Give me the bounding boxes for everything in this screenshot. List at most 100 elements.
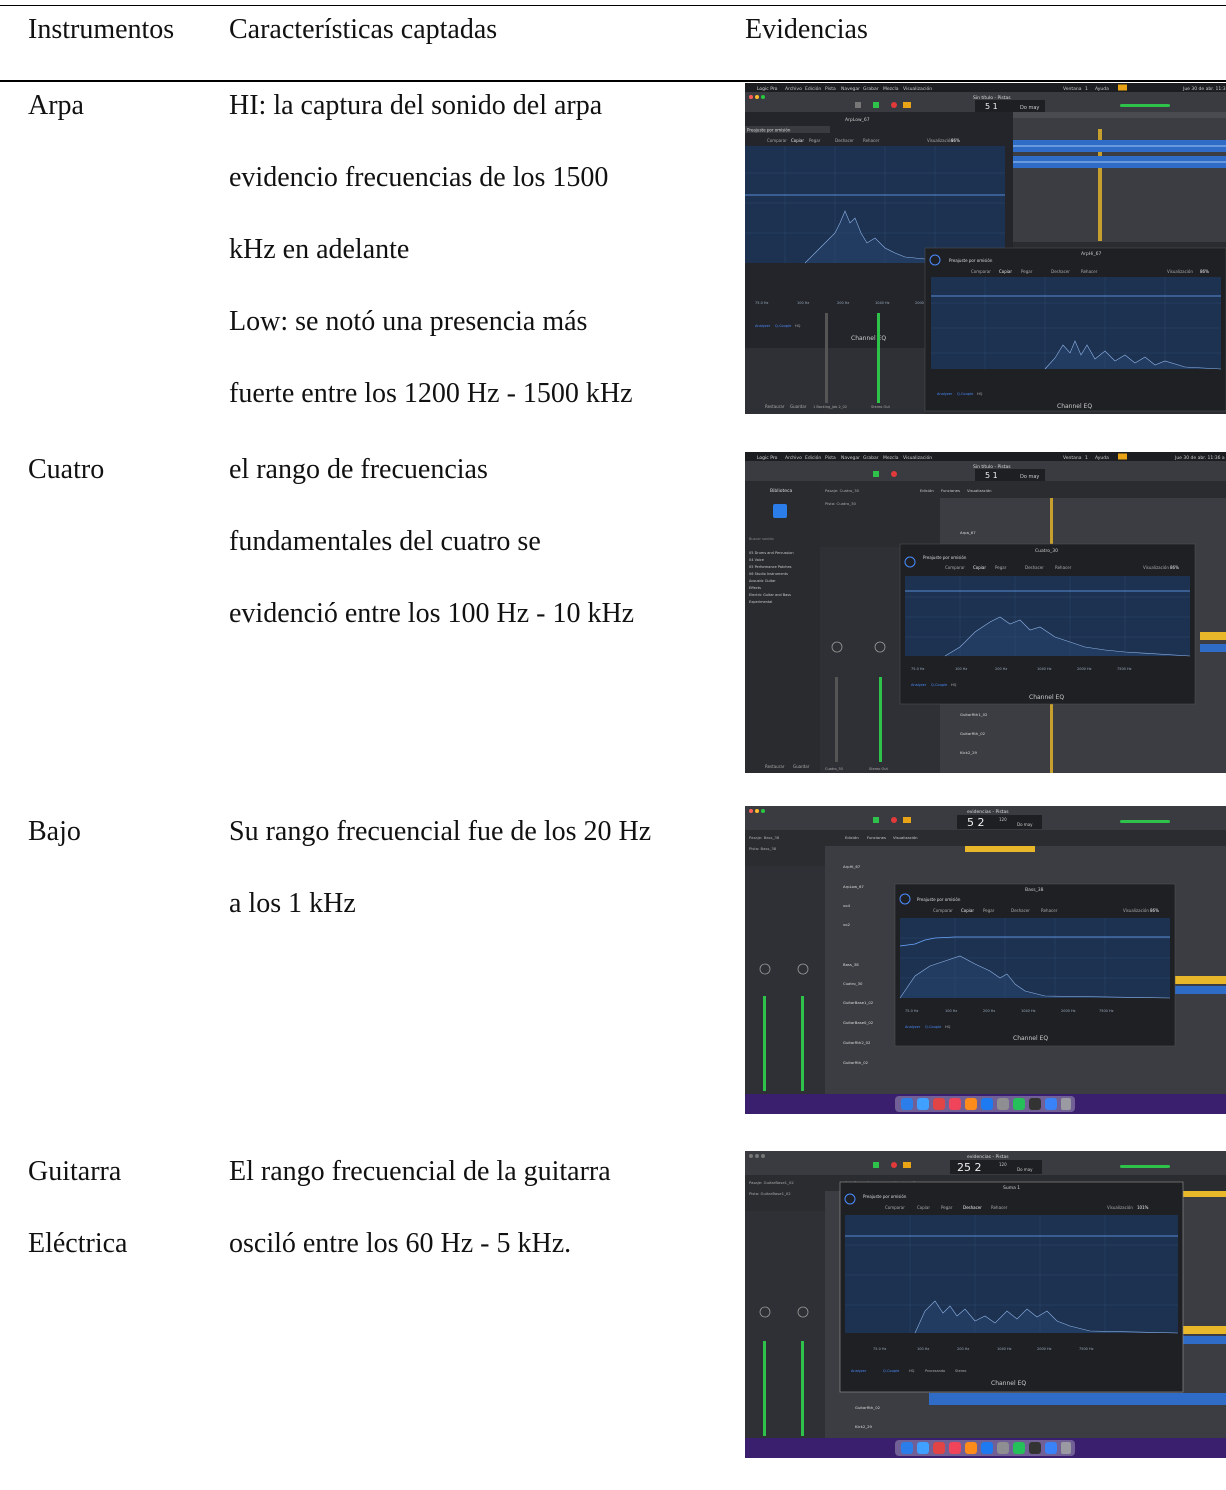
paste-button[interactable]: Pegar xyxy=(995,565,1007,570)
qcouple-button[interactable]: Q-Couple xyxy=(957,392,973,396)
library-icon[interactable] xyxy=(773,504,787,518)
save-button[interactable]: Guardar xyxy=(790,404,807,409)
appstore-icon[interactable] xyxy=(981,1098,993,1110)
copy-button[interactable]: Copiar xyxy=(961,908,974,913)
music-icon[interactable] xyxy=(949,1098,961,1110)
library-item[interactable]: Effects xyxy=(749,586,761,590)
paste-button[interactable]: Pegar xyxy=(1021,269,1033,274)
undo-button[interactable]: Deshacer xyxy=(835,138,854,143)
zoom-value[interactable]: 86% xyxy=(1200,269,1209,274)
rewind-button[interactable] xyxy=(855,102,861,108)
calendar-icon[interactable] xyxy=(933,1098,945,1110)
master-volume[interactable] xyxy=(1120,1165,1170,1168)
compare-button[interactable]: Comparar xyxy=(933,908,953,913)
whatsapp-icon[interactable] xyxy=(1013,1442,1025,1454)
paste-button[interactable]: Pegar xyxy=(809,138,821,143)
toolbar-funciones[interactable]: Funciones xyxy=(867,835,886,840)
qcouple-button[interactable]: Q-Couple xyxy=(931,683,947,687)
library-item[interactable]: 06 Studio Instruments xyxy=(749,572,788,576)
fader[interactable] xyxy=(835,677,838,762)
copy-button[interactable]: Copiar xyxy=(973,565,986,570)
zoom-value[interactable]: 86% xyxy=(951,138,960,143)
redo-button[interactable]: Rehacer xyxy=(991,1205,1008,1210)
redo-button[interactable]: Rehacer xyxy=(1081,269,1098,274)
library-item[interactable]: Electric Guitar and Bass xyxy=(749,593,791,597)
library-item[interactable]: 05 Performance Patches xyxy=(749,565,792,569)
paste-button[interactable]: Pegar xyxy=(941,1205,953,1210)
finder-icon[interactable] xyxy=(901,1442,913,1454)
settings-icon[interactable] xyxy=(997,1098,1009,1110)
save-button[interactable]: Guardar xyxy=(793,764,810,769)
copy-button[interactable]: Copiar xyxy=(917,1205,930,1210)
play-button[interactable] xyxy=(873,817,879,823)
logic-icon[interactable] xyxy=(1029,1442,1041,1454)
analyzer-button[interactable]: Analyzer xyxy=(755,324,771,328)
toolbar-edicion[interactable]: Edición xyxy=(845,835,859,840)
trash-icon[interactable] xyxy=(1061,1098,1071,1110)
record-button[interactable] xyxy=(891,102,897,108)
library-item[interactable]: Acoustic Guitar xyxy=(749,579,776,583)
finder-icon[interactable] xyxy=(901,1098,913,1110)
qcouple-button[interactable]: Q-Couple xyxy=(925,1025,941,1029)
zoom-value[interactable]: 86% xyxy=(1150,908,1159,913)
master-volume[interactable] xyxy=(1120,820,1170,823)
record-button[interactable] xyxy=(891,471,897,477)
library-item[interactable]: Experimental xyxy=(749,600,772,604)
toolbar-visualizacion[interactable]: Visualización xyxy=(893,835,918,840)
stereo-select[interactable]: Stereo xyxy=(955,1369,966,1373)
appstore-icon[interactable] xyxy=(981,1442,993,1454)
compare-button[interactable]: Comparar xyxy=(945,565,965,570)
analyzer-button[interactable]: Analyzer xyxy=(911,683,927,687)
copy-button[interactable]: Copiar xyxy=(791,138,804,143)
analyzer-button[interactable]: Analyzer xyxy=(937,392,953,396)
compare-button[interactable]: Comparar xyxy=(767,138,787,143)
safari-icon[interactable] xyxy=(917,1098,929,1110)
play-button[interactable] xyxy=(873,102,879,108)
play-button[interactable] xyxy=(873,1162,879,1168)
settings-icon[interactable] xyxy=(997,1442,1009,1454)
undo-button[interactable]: Deshacer xyxy=(963,1205,982,1210)
safari-icon[interactable] xyxy=(917,1442,929,1454)
music-icon[interactable] xyxy=(949,1442,961,1454)
redo-button[interactable]: Rehacer xyxy=(1055,565,1072,570)
copy-button[interactable]: Copiar xyxy=(999,269,1012,274)
play-button[interactable] xyxy=(873,471,879,477)
library-item[interactable]: 05 Drums and Percussion xyxy=(749,551,794,555)
hq-button[interactable]: HQ xyxy=(945,1025,951,1029)
record-button[interactable] xyxy=(891,817,897,823)
logic-icon[interactable] xyxy=(1029,1098,1041,1110)
preview-icon[interactable] xyxy=(1045,1098,1057,1110)
redo-button[interactable]: Rehacer xyxy=(863,138,880,143)
compare-button[interactable]: Comparar xyxy=(885,1205,905,1210)
analyzer-button[interactable]: Analyzer xyxy=(851,1369,867,1373)
toolbar-visualizacion[interactable]: Visualización xyxy=(967,488,992,493)
library-search[interactable]: Buscar sonido xyxy=(749,537,774,541)
master-volume[interactable] xyxy=(1120,104,1170,107)
zoom-value[interactable]: 86% xyxy=(1170,565,1179,570)
restore-button[interactable]: Restaurar xyxy=(765,764,785,769)
hq-button[interactable]: HQ xyxy=(977,392,983,396)
hq-button[interactable]: HQ xyxy=(795,324,801,328)
compare-button[interactable]: Comparar xyxy=(971,269,991,274)
cycle-button[interactable] xyxy=(903,102,911,108)
paste-button[interactable]: Pegar xyxy=(983,908,995,913)
cycle-button[interactable] xyxy=(903,1162,911,1168)
hq-button[interactable]: HQ xyxy=(951,683,957,687)
undo-button[interactable]: Deshacer xyxy=(1051,269,1070,274)
hq-button[interactable]: HQ xyxy=(909,1369,915,1373)
photos-icon[interactable] xyxy=(965,1442,977,1454)
fader[interactable] xyxy=(825,313,828,403)
restore-button[interactable]: Restaurar xyxy=(765,404,785,409)
cycle-button[interactable] xyxy=(903,817,911,823)
undo-button[interactable]: Deshacer xyxy=(1011,908,1030,913)
undo-button[interactable]: Deshacer xyxy=(1025,565,1044,570)
qcouple-button[interactable]: Q-Couple xyxy=(883,1369,899,1373)
calendar-icon[interactable] xyxy=(933,1442,945,1454)
preview-icon[interactable] xyxy=(1045,1442,1057,1454)
zoom-value[interactable]: 101% xyxy=(1137,1205,1149,1210)
toolbar-edicion[interactable]: Edición xyxy=(920,488,934,493)
redo-button[interactable]: Rehacer xyxy=(1041,908,1058,913)
analyzer-button[interactable]: Analyzer xyxy=(905,1025,921,1029)
whatsapp-icon[interactable] xyxy=(1013,1098,1025,1110)
library-item[interactable]: 04 Voice xyxy=(749,558,764,562)
